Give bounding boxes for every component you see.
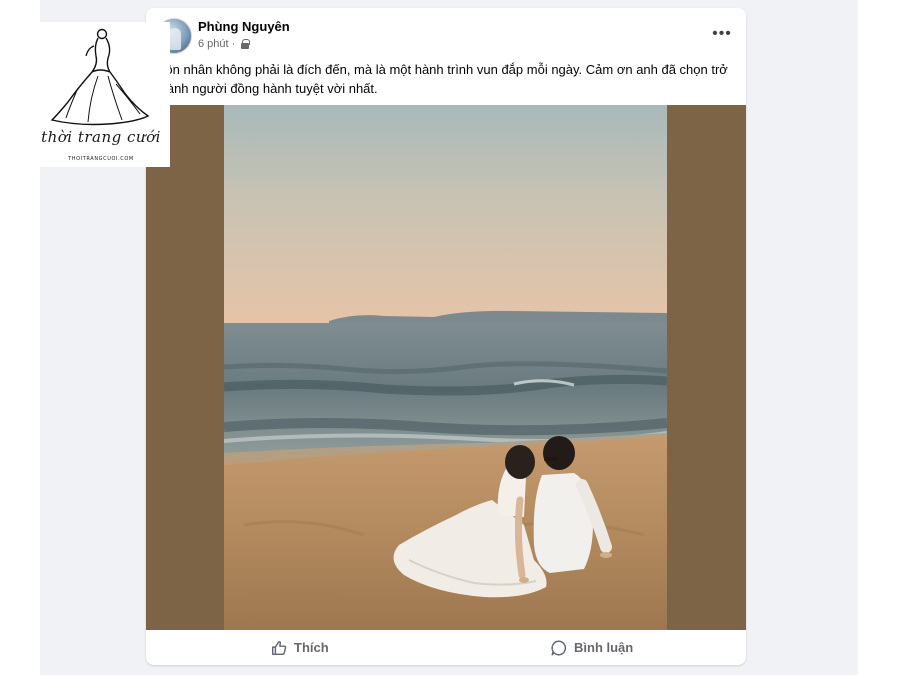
lock-icon[interactable]: [240, 39, 251, 49]
like-label: Thích: [294, 640, 329, 655]
post-time[interactable]: 6 phút: [198, 38, 229, 50]
post-photo-container[interactable]: [146, 105, 746, 630]
thumbs-up-icon: [271, 640, 287, 655]
post-photo[interactable]: [224, 105, 667, 630]
post-card: Phùng Nguyên 6 phút · ••• Hôn nhân không…: [146, 8, 746, 665]
like-button[interactable]: Thích: [270, 630, 329, 665]
post-header: Phùng Nguyên 6 phút · •••: [146, 8, 746, 58]
more-options-icon: •••: [712, 25, 732, 42]
comment-label: Bình luận: [574, 640, 634, 655]
comment-bubble-icon: [551, 640, 567, 655]
watermark-url: THOITRANGCUOI.COM: [68, 156, 134, 162]
more-options-button[interactable]: •••: [712, 24, 732, 44]
post-actions: Thích Bình luận: [146, 630, 746, 665]
bride-silhouette-icon: [50, 28, 150, 126]
watermark-logo: thời trang cưới THOITRANGCUOI.COM: [30, 22, 170, 167]
watermark-brand: thời trang cưới: [41, 128, 161, 146]
post-text: Hôn nhân không phải là đích đến, mà là m…: [156, 62, 728, 96]
meta-separator: ·: [231, 38, 236, 50]
comment-button[interactable]: Bình luận: [550, 630, 633, 665]
post-meta: 6 phút ·: [198, 38, 251, 50]
page-margin-right: [858, 0, 900, 675]
author-name[interactable]: Phùng Nguyên: [198, 19, 290, 34]
